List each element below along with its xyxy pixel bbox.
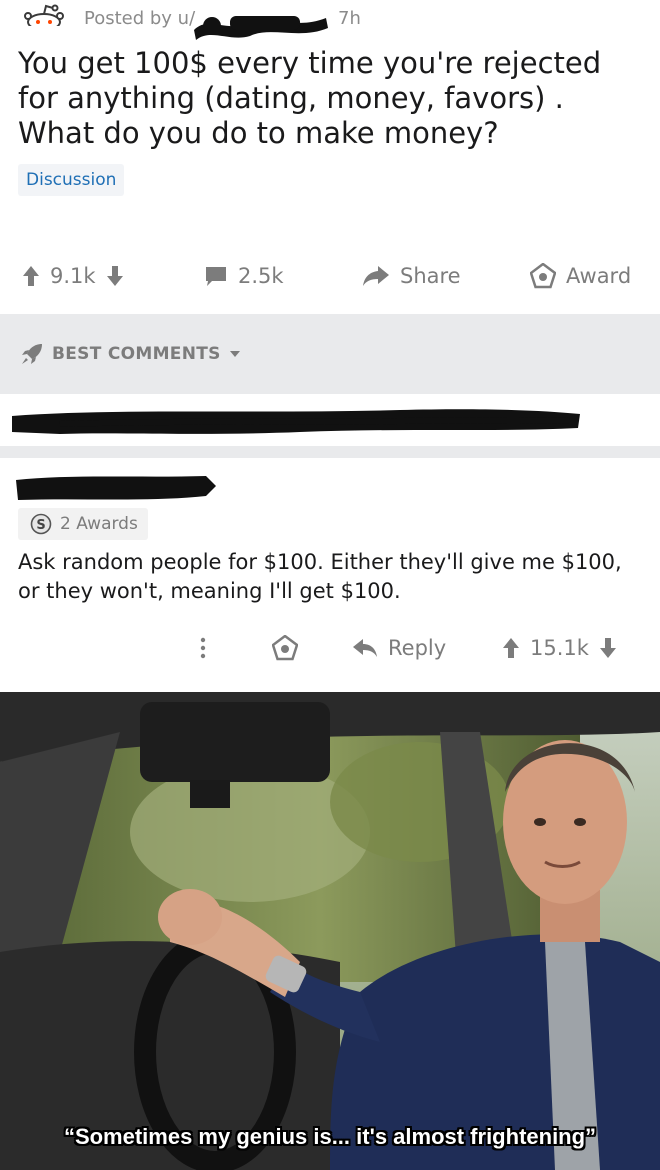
sort-dropdown[interactable]: BEST COMMENTS <box>20 342 241 366</box>
username-redaction <box>194 16 328 40</box>
reply-button[interactable]: Reply <box>352 628 446 668</box>
snoo-icon <box>24 4 64 26</box>
reply-icon <box>353 639 377 657</box>
upvote-icon[interactable] <box>22 265 40 287</box>
comment-vote-count: 15.1k <box>530 636 589 660</box>
redacted-comment <box>12 409 580 434</box>
rocket-icon <box>22 344 42 364</box>
svg-text:S: S <box>36 518 45 533</box>
comment-action-bar: Reply 15.1k <box>0 628 660 668</box>
post-header: Posted by u/ 7h <box>0 0 660 40</box>
downvote-icon[interactable] <box>106 265 124 287</box>
comments-count: 2.5k <box>238 264 284 288</box>
comment-sort-bar: BEST COMMENTS <box>0 314 660 394</box>
comment-divider <box>0 446 660 458</box>
silver-award-icon: S <box>30 513 52 535</box>
posted-by[interactable]: Posted by u/ <box>84 8 195 29</box>
share-button[interactable]: Share <box>362 256 461 296</box>
more-icon <box>200 637 206 659</box>
post-vote-control: 9.1k <box>22 256 124 296</box>
comment-awards[interactable]: S 2 Awards <box>18 508 148 540</box>
downvote-icon[interactable] <box>599 637 617 659</box>
comment: S 2 Awards Ask random people for $100. E… <box>0 458 660 688</box>
share-label: Share <box>400 264 461 288</box>
more-options-button[interactable] <box>200 628 206 668</box>
post-time: 7h <box>338 8 361 29</box>
comments-button[interactable]: 2.5k <box>204 256 284 296</box>
car-interior-photo <box>0 692 660 1170</box>
comment-award-button[interactable] <box>272 628 298 668</box>
comment-author-redaction <box>16 476 216 500</box>
awards-count: 2 Awards <box>60 514 138 534</box>
comment-vote-control: 15.1k <box>502 628 617 668</box>
post-title[interactable]: You get 100$ every time you're rejected … <box>18 46 638 151</box>
award-button[interactable]: Award <box>530 256 631 296</box>
award-icon <box>530 263 556 289</box>
reply-label: Reply <box>388 636 447 660</box>
sort-label: BEST COMMENTS <box>52 344 221 364</box>
meme-caption: “Sometimes my genius is... it's almost f… <box>63 1124 597 1149</box>
post-vote-count: 9.1k <box>50 264 96 288</box>
caret-down-icon <box>229 351 240 357</box>
upvote-icon[interactable] <box>502 637 520 659</box>
award-label: Award <box>566 264 632 288</box>
comment-icon <box>206 267 226 286</box>
post-action-bar: 9.1k 2.5k Share Award <box>0 256 660 296</box>
meme-image: “Sometimes my genius is... it's almost f… <box>0 692 660 1170</box>
post-flair[interactable]: Discussion <box>18 164 125 196</box>
share-icon <box>363 266 389 286</box>
comment-body: Ask random people for $100. Either they'… <box>18 550 622 603</box>
award-icon <box>272 635 298 661</box>
